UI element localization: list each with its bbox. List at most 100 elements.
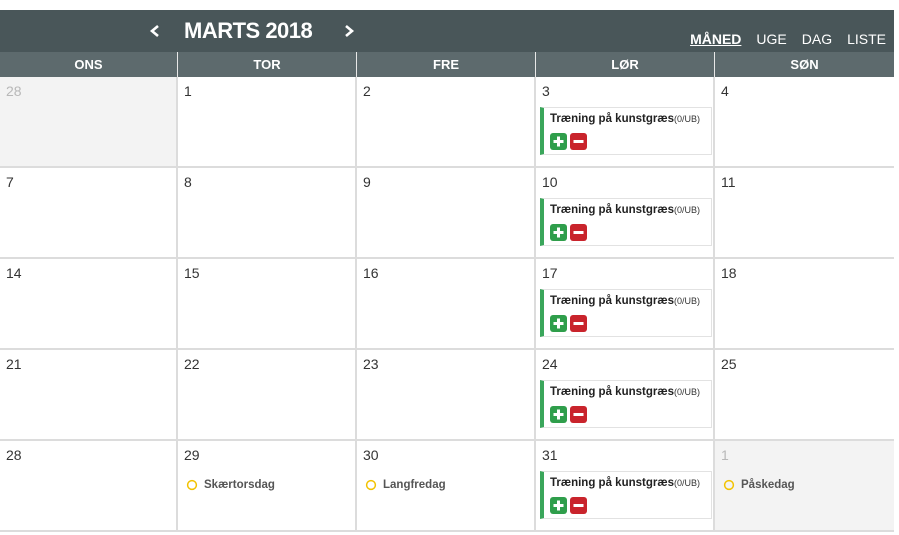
- signup-button[interactable]: [550, 224, 567, 241]
- signup-button[interactable]: [550, 497, 567, 514]
- plus-icon: [553, 409, 564, 420]
- view-uge-button[interactable]: UGE: [756, 31, 786, 47]
- day-number: 3: [542, 83, 550, 99]
- event-card[interactable]: Træning på kunstgræs(0/UB): [540, 289, 712, 337]
- day-number: 22: [184, 356, 200, 372]
- holiday: Påskedag: [723, 479, 795, 491]
- day-number: 28: [6, 83, 22, 99]
- event-card[interactable]: Træning på kunstgræs(0/UB): [540, 107, 712, 155]
- day-cell[interactable]: 11: [715, 168, 894, 257]
- event-card[interactable]: Træning på kunstgræs(0/UB): [540, 471, 712, 519]
- day-cell[interactable]: 16: [357, 259, 536, 348]
- day-number: 1: [184, 83, 192, 99]
- decline-button[interactable]: [570, 497, 587, 514]
- week-row: 21 22 23 24 Træning på kunstgræs(0/UB) 25: [0, 350, 894, 441]
- event-attendance: (0/UB): [673, 478, 700, 488]
- plus-icon: [553, 136, 564, 147]
- event-title: Træning på kunstgræs(0/UB): [550, 386, 700, 398]
- day-number: 24: [542, 356, 558, 372]
- weekday-header: ONS TOR FRE LØR SØN: [0, 52, 894, 77]
- decline-button[interactable]: [570, 406, 587, 423]
- view-dag-button[interactable]: DAG: [802, 31, 832, 47]
- day-cell[interactable]: 1: [178, 77, 357, 166]
- week-row: 7 8 9 10 Træning på kunstgræs(0/UB) 11: [0, 168, 894, 259]
- holiday: Skærtorsdag: [186, 479, 275, 491]
- day-cell[interactable]: 28: [0, 441, 178, 530]
- minus-icon: [573, 140, 584, 143]
- day-number: 4: [721, 83, 729, 99]
- day-cell[interactable]: 30 Langfredag: [357, 441, 536, 530]
- day-cell[interactable]: 18: [715, 259, 894, 348]
- day-number: 23: [363, 356, 379, 372]
- sun-icon: [723, 479, 735, 491]
- day-number: 15: [184, 265, 200, 281]
- day-cell[interactable]: 21: [0, 350, 178, 439]
- event-title: Træning på kunstgræs(0/UB): [550, 113, 700, 125]
- day-number: 30: [363, 447, 379, 463]
- sun-icon: [186, 479, 198, 491]
- day-number: 8: [184, 174, 192, 190]
- calendar-toolbar: MARTS 2018 MÅNED UGE DAG LISTE: [0, 10, 894, 52]
- day-cell[interactable]: 15: [178, 259, 357, 348]
- day-cell[interactable]: 31 Træning på kunstgræs(0/UB): [536, 441, 715, 530]
- event-card[interactable]: Træning på kunstgræs(0/UB): [540, 380, 712, 428]
- weekday-label: FRE: [357, 52, 536, 77]
- event-title-text: Træning på kunstgræs: [550, 477, 674, 489]
- month-grid: 28 1 2 3 Træning på kunstgræs(0/UB) 4 7 8 9 10 Træ…: [0, 77, 894, 532]
- day-number: 7: [6, 174, 14, 190]
- day-cell[interactable]: 28: [0, 77, 178, 166]
- day-number: 31: [542, 447, 558, 463]
- signup-button[interactable]: [550, 406, 567, 423]
- day-cell[interactable]: 29 Skærtorsdag: [178, 441, 357, 530]
- day-number: 25: [721, 356, 737, 372]
- chevron-right-icon: [345, 25, 355, 37]
- weekday-label: SØN: [790, 57, 819, 72]
- event-attendance: (0/UB): [673, 114, 700, 124]
- view-liste-button[interactable]: LISTE: [847, 31, 886, 47]
- weekday-label: LØR: [536, 52, 715, 77]
- day-cell[interactable]: 14: [0, 259, 178, 348]
- day-cell[interactable]: 23: [357, 350, 536, 439]
- prev-month-button[interactable]: [143, 10, 167, 52]
- day-cell[interactable]: 17 Træning på kunstgræs(0/UB): [536, 259, 715, 348]
- week-row: 28 29 Skærtorsdag 30 Langfredag 31 Træning på …: [0, 441, 894, 532]
- day-cell[interactable]: 22: [178, 350, 357, 439]
- sun-icon: [365, 479, 377, 491]
- event-attendance: (0/UB): [673, 205, 700, 215]
- day-cell[interactable]: 3 Træning på kunstgræs(0/UB): [536, 77, 715, 166]
- holiday-label: Påskedag: [741, 479, 795, 491]
- decline-button[interactable]: [570, 315, 587, 332]
- minus-icon: [573, 231, 584, 234]
- day-number: 16: [363, 265, 379, 281]
- day-cell[interactable]: 9: [357, 168, 536, 257]
- weekday-label: TOR: [178, 52, 357, 77]
- day-cell[interactable]: 7: [0, 168, 178, 257]
- decline-button[interactable]: [570, 133, 587, 150]
- month-title: MARTS 2018: [184, 18, 313, 43]
- day-cell[interactable]: 10 Træning på kunstgræs(0/UB): [536, 168, 715, 257]
- day-cell[interactable]: 24 Træning på kunstgræs(0/UB): [536, 350, 715, 439]
- signup-button[interactable]: [550, 315, 567, 332]
- decline-button[interactable]: [570, 224, 587, 241]
- day-cell[interactable]: 4: [715, 77, 894, 166]
- minus-icon: [573, 322, 584, 325]
- minus-icon: [573, 413, 584, 416]
- event-card[interactable]: Træning på kunstgræs(0/UB): [540, 198, 712, 246]
- chevron-left-icon: [149, 25, 159, 37]
- day-number: 17: [542, 265, 558, 281]
- next-month-button[interactable]: [337, 10, 361, 52]
- day-cell[interactable]: 1 Påskedag: [715, 441, 894, 530]
- day-cell[interactable]: 2: [357, 77, 536, 166]
- event-title-text: Træning på kunstgræs: [550, 204, 674, 216]
- day-cell[interactable]: 8: [178, 168, 357, 257]
- signup-button[interactable]: [550, 133, 567, 150]
- view-mned-button[interactable]: MÅNED: [690, 31, 741, 47]
- day-number: 14: [6, 265, 22, 281]
- minus-icon: [573, 504, 584, 507]
- event-title-text: Træning på kunstgræs: [550, 113, 674, 125]
- event-title-text: Træning på kunstgræs: [550, 386, 674, 398]
- day-number: 1: [721, 447, 729, 463]
- plus-icon: [553, 227, 564, 238]
- day-cell[interactable]: 25: [715, 350, 894, 439]
- holiday-label: Langfredag: [383, 479, 446, 491]
